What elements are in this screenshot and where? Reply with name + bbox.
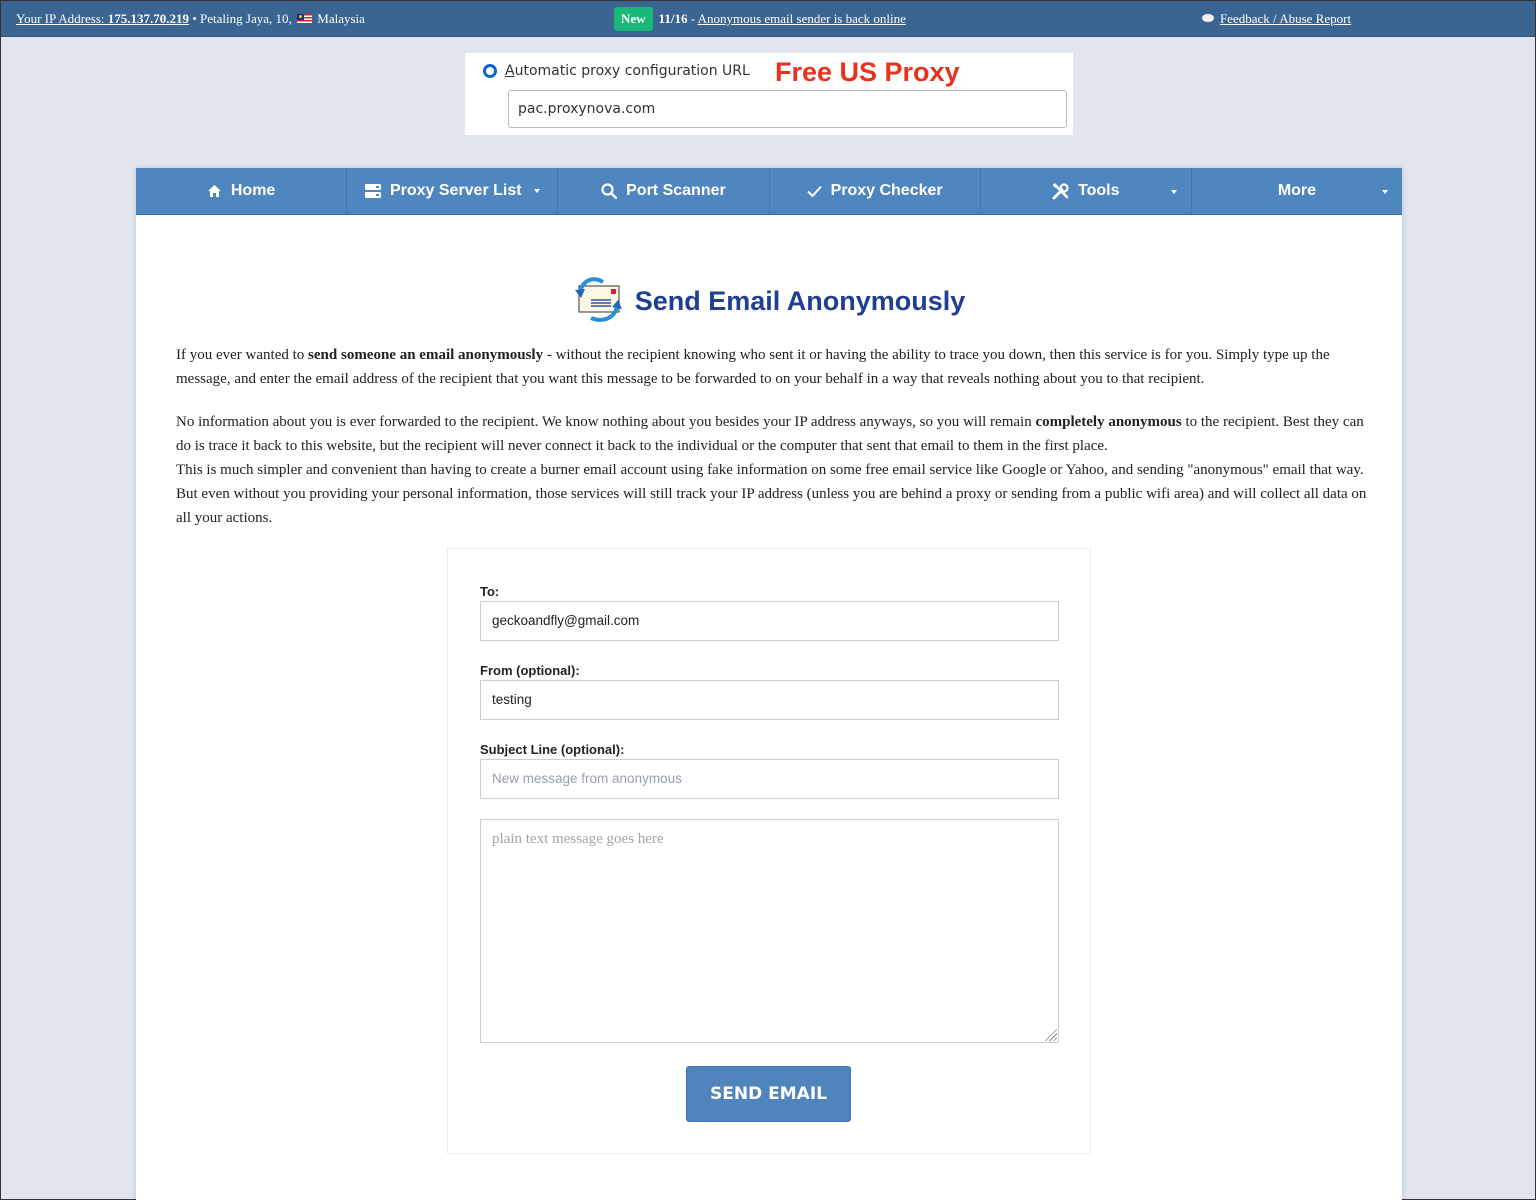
send-email-button[interactable]: SEND EMAIL [686, 1066, 851, 1122]
nav-more-label: More [1277, 182, 1317, 199]
proxy-config-label: Automatic proxy configuration URL [505, 63, 750, 79]
main-content: Home Proxy Server List Port Scanner Prox… [136, 168, 1402, 1200]
to-email-input[interactable]: geckoandfly@gmail.com [480, 601, 1059, 641]
nav-home-label: Home [230, 182, 276, 199]
new-badge: New [614, 7, 653, 31]
news-date: 11/16 [658, 11, 688, 26]
emphasis: completely anonymous [1035, 414, 1182, 430]
resize-handle-icon[interactable] [1043, 1027, 1057, 1041]
radio-selected-icon [483, 64, 497, 78]
ip-label: Your IP Address: [16, 11, 108, 26]
nav-proxy-checker[interactable]: Proxy Checker [770, 168, 981, 214]
accesskey-letter: A [505, 63, 515, 79]
intro-paragraph-1: If you ever wanted to send someone an em… [176, 343, 1371, 391]
nav-port-scanner[interactable]: Port Scanner [558, 168, 770, 214]
news-separator: - [687, 11, 698, 26]
emphasis: send someone an email anonymously [308, 347, 544, 363]
chevron-down-icon [533, 189, 540, 193]
page-heading: Send Email Anonymously [136, 276, 1402, 327]
check-icon [806, 185, 822, 197]
page-title: Send Email Anonymously [634, 286, 966, 316]
intro-paragraph-2: No information about you is ever forward… [176, 410, 1371, 458]
intro-paragraph-3: This is much simpler and convenient than… [176, 462, 1367, 526]
location-text: • Petaling Jaya, 10, [189, 11, 296, 26]
message-placeholder: plain text message goes here [492, 831, 664, 847]
nav-home[interactable]: Home [136, 168, 348, 214]
to-label: To: [480, 584, 500, 599]
message-textarea[interactable]: plain text message goes here [480, 819, 1059, 1043]
malaysia-flag-icon [297, 14, 313, 24]
main-nav: Home Proxy Server List Port Scanner Prox… [136, 168, 1402, 215]
subject-input[interactable]: New message from anonymous [480, 759, 1059, 799]
from-input[interactable]: testing [480, 680, 1059, 720]
news-link[interactable]: Anonymous email sender is back online [698, 11, 906, 26]
feedback: Feedback / Abuse Report [1202, 11, 1351, 27]
intro-text: If you ever wanted to send someone an em… [176, 343, 1371, 530]
home-icon [207, 184, 222, 198]
ip-value: 175.137.70.219 [107, 11, 189, 26]
nav-port-scanner-label: Port Scanner [626, 182, 726, 199]
tools-icon [1052, 182, 1069, 200]
pac-url-display: pac.proxynova.com [508, 90, 1067, 128]
label-rest: utomatic proxy configuration URL [514, 63, 750, 79]
country-text: Malaysia [317, 11, 365, 26]
email-envelope-icon [573, 276, 623, 327]
search-icon [601, 183, 618, 199]
text: If you ever wanted to [176, 347, 309, 363]
chevron-down-icon [1382, 190, 1389, 194]
server-icon [364, 184, 381, 198]
ad-headline: Free US Proxy [775, 57, 960, 87]
nav-tools[interactable]: Tools [981, 168, 1192, 214]
subject-label: Subject Line (optional): [480, 742, 625, 757]
news-ticker: New 11/16 - Anonymous email sender is bac… [614, 7, 906, 31]
nav-proxy-server-list-label: Proxy Server List [389, 182, 522, 199]
text: No information about you is ever forward… [176, 414, 1036, 430]
nav-proxy-checker-label: Proxy Checker [830, 182, 943, 199]
chevron-down-icon [1170, 190, 1177, 194]
from-label: From (optional): [480, 663, 580, 678]
top-info-bar: Your IP Address: 175.137.70.219 • Petali… [1, 1, 1535, 37]
nav-tools-label: Tools [1078, 182, 1120, 199]
ip-address-link[interactable]: Your IP Address: 175.137.70.219 [16, 11, 189, 26]
proxy-ad-banner[interactable]: Automatic proxy configuration URL Free U… [465, 53, 1073, 135]
send-email-form: To: geckoandfly@gmail.com From (optional… [447, 548, 1091, 1154]
feedback-link[interactable]: Feedback / Abuse Report [1220, 11, 1351, 26]
ip-info: Your IP Address: 175.137.70.219 • Petali… [16, 11, 365, 27]
nav-proxy-server-list[interactable]: Proxy Server List [347, 168, 559, 214]
nav-more[interactable]: More [1192, 168, 1402, 214]
speech-bubble-icon [1202, 14, 1214, 22]
